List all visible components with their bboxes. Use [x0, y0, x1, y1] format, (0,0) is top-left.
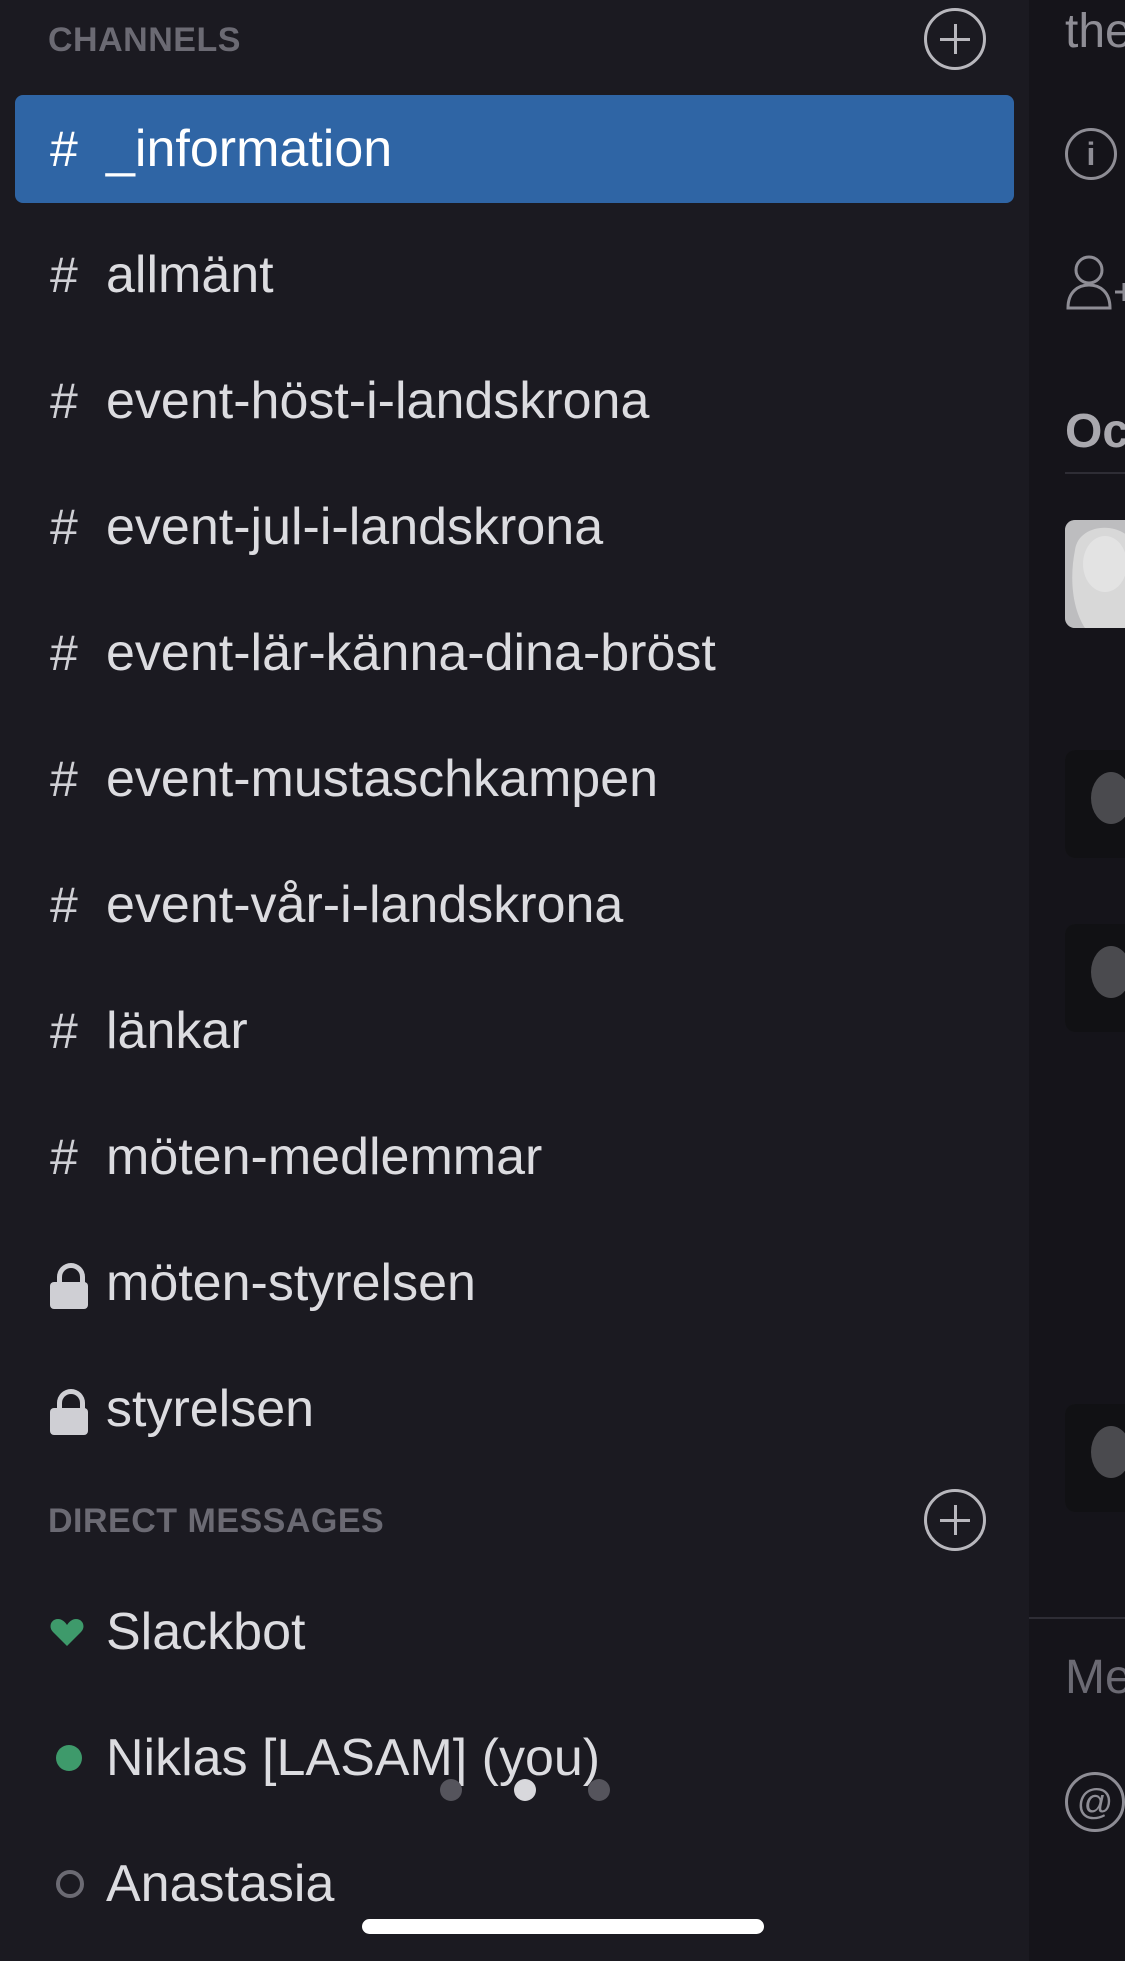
date-divider: [1065, 472, 1125, 474]
channel-label: _information: [106, 120, 393, 178]
home-indicator[interactable]: [362, 1919, 764, 1934]
channel-item-allmant[interactable]: # allmänt: [15, 221, 1014, 329]
page-indicator[interactable]: [440, 1770, 610, 1810]
add-direct-message-button[interactable]: [924, 1489, 986, 1551]
page-dot: [588, 1779, 610, 1801]
conversation-panel-peek[interactable]: the i Oc Me @: [1029, 0, 1125, 1961]
direct-messages-header: DIRECT MESSAGES: [48, 1501, 385, 1540]
user-avatar[interactable]: [1065, 520, 1125, 628]
hash-icon: #: [50, 373, 78, 429]
online-status-icon: [50, 1745, 106, 1771]
add-member-icon[interactable]: [1065, 252, 1125, 317]
lock-icon: [50, 1383, 106, 1435]
offline-status-icon: [50, 1870, 106, 1898]
sidebar: CHANNELS # _information # allmänt # even…: [0, 0, 1029, 1961]
channel-label: möten-styrelsen: [106, 1254, 476, 1312]
hash-icon: #: [50, 121, 78, 177]
channel-item-event-lar-kanna-dina-brost[interactable]: # event-lär-känna-dina-bröst: [15, 599, 1014, 707]
hash-icon: #: [50, 1129, 78, 1185]
channel-label: allmänt: [106, 246, 274, 304]
channel-item-moten-medlemmar[interactable]: # möten-medlemmar: [15, 1103, 1014, 1211]
mention-icon[interactable]: @: [1065, 1772, 1125, 1832]
hash-icon: #: [50, 1003, 78, 1059]
channels-header: CHANNELS: [48, 20, 241, 59]
conversation-title: the: [1065, 5, 1125, 58]
dm-label: Anastasia: [106, 1855, 335, 1913]
hash-icon: #: [50, 877, 78, 933]
channel-label: event-mustaschkampen: [106, 750, 659, 808]
info-icon[interactable]: i: [1065, 128, 1117, 180]
dm-item-slackbot[interactable]: Slackbot: [15, 1578, 1014, 1686]
channel-label: möten-medlemmar: [106, 1128, 543, 1186]
channel-label: event-jul-i-landskrona: [106, 498, 604, 556]
channel-item-event-host-i-landskrona[interactable]: # event-höst-i-landskrona: [15, 347, 1014, 455]
page-dot-active: [514, 1779, 536, 1801]
hash-icon: #: [50, 625, 78, 681]
message-input[interactable]: Me: [1065, 1650, 1125, 1705]
user-avatar[interactable]: [1065, 750, 1125, 858]
channel-label: event-vår-i-landskrona: [106, 876, 624, 934]
channel-label: event-höst-i-landskrona: [106, 372, 650, 430]
channel-item-event-var-i-landskrona[interactable]: # event-vår-i-landskrona: [15, 851, 1014, 959]
lock-icon: [50, 1257, 106, 1309]
hash-icon: #: [50, 247, 78, 303]
channel-item-styrelsen[interactable]: styrelsen: [15, 1355, 1014, 1463]
add-channel-button[interactable]: [924, 8, 986, 70]
hash-icon: #: [50, 751, 78, 807]
user-avatar[interactable]: [1065, 1404, 1125, 1512]
user-avatar[interactable]: [1065, 924, 1125, 1032]
date-divider-label: Oc: [1065, 405, 1125, 458]
hash-icon: #: [50, 499, 78, 555]
channel-label: länkar: [106, 1002, 248, 1060]
heart-icon: [50, 1617, 106, 1647]
channel-label: styrelsen: [106, 1380, 315, 1438]
channel-item-lankar[interactable]: # länkar: [15, 977, 1014, 1085]
channel-item-event-mustaschkampen[interactable]: # event-mustaschkampen: [15, 725, 1014, 833]
channel-item-event-jul-i-landskrona[interactable]: # event-jul-i-landskrona: [15, 473, 1014, 581]
dm-label: Slackbot: [106, 1603, 306, 1661]
composer-divider: [1029, 1617, 1125, 1619]
page-dot: [440, 1779, 462, 1801]
channel-label: event-lär-känna-dina-bröst: [106, 624, 716, 682]
channel-item-moten-styrelsen[interactable]: möten-styrelsen: [15, 1229, 1014, 1337]
channel-item-information[interactable]: # _information: [15, 95, 1014, 203]
